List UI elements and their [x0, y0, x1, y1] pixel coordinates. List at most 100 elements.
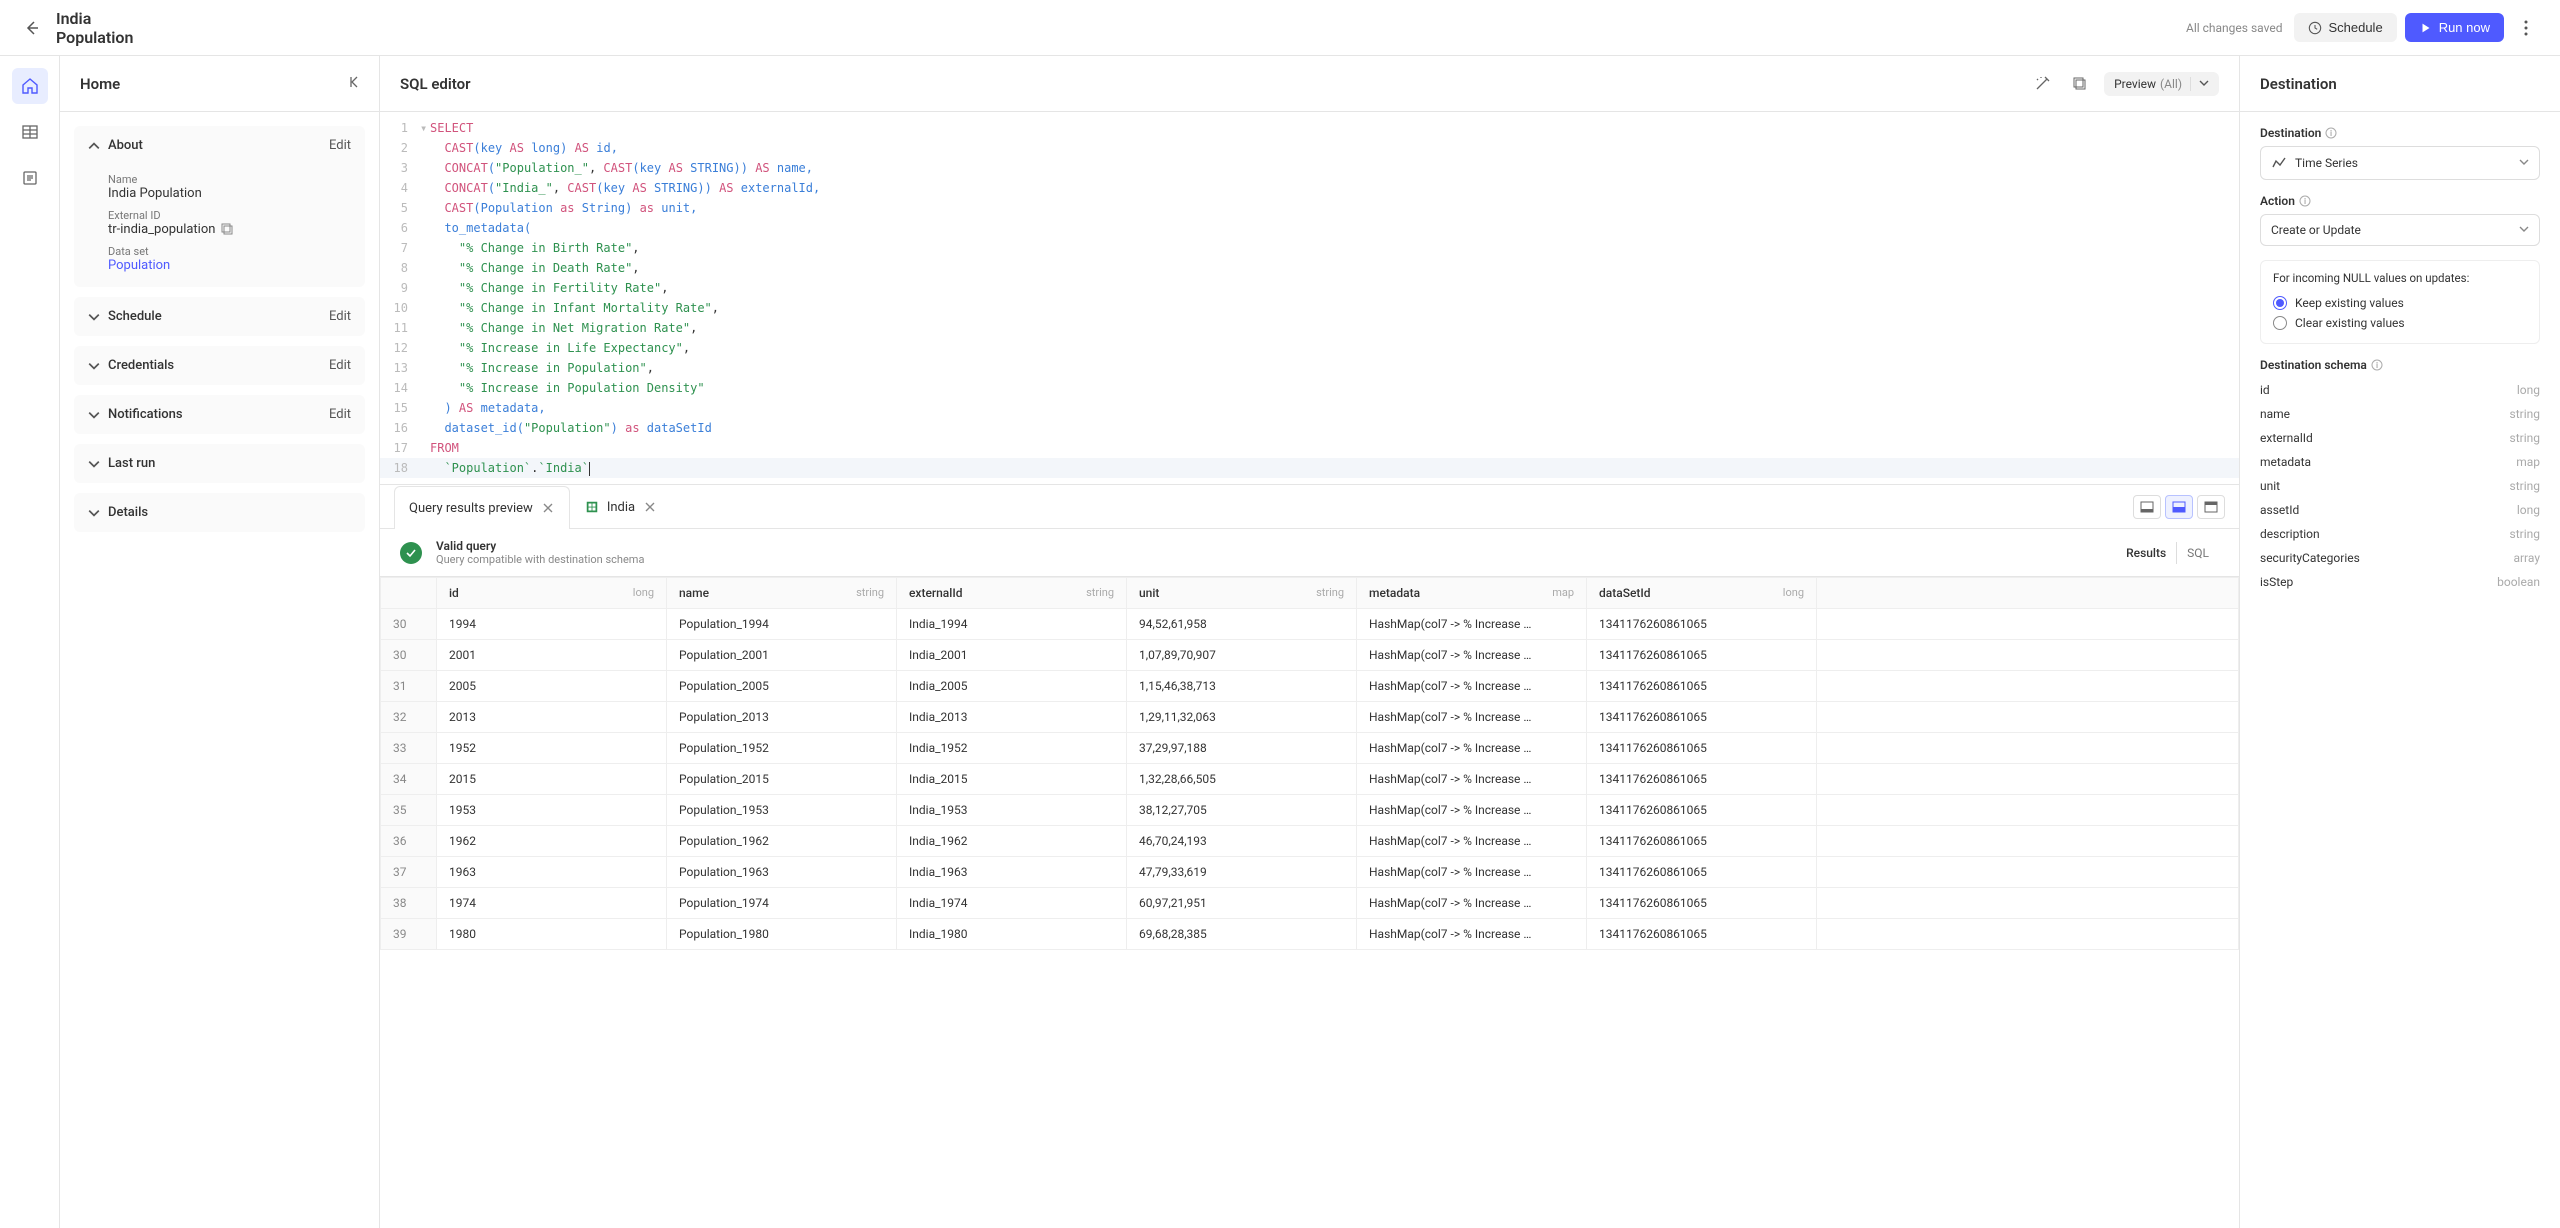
table-row[interactable]: 361962Population_1962India_196246,70,24,… [381, 826, 2239, 857]
close-tab-preview[interactable] [541, 501, 555, 515]
cell-id: 2005 [437, 671, 667, 702]
action-select[interactable]: Create or Update [2260, 214, 2540, 246]
accordion-credentials-head[interactable]: Credentials Edit [74, 346, 365, 385]
table-row[interactable]: 302001Population_2001India_20011,07,89,7… [381, 640, 2239, 671]
table-row[interactable]: 312005Population_2005India_20051,15,46,3… [381, 671, 2239, 702]
mode-sql[interactable]: SQL [2176, 542, 2219, 564]
run-now-button[interactable]: Run now [2405, 13, 2504, 42]
results-table: idlongnamestringexternalIdstringunitstri… [380, 577, 2239, 950]
extid-label: External ID [108, 209, 351, 222]
info-icon: i [2371, 359, 2383, 371]
cell-id: 1994 [437, 609, 667, 640]
sql-code-editor[interactable]: 1▾SELECT2 CAST(key AS long) AS id,3 CONC… [380, 112, 2239, 484]
rail-runs[interactable] [12, 160, 48, 196]
chevron-down-icon [88, 360, 100, 372]
radio-keep[interactable] [2273, 296, 2287, 310]
col-header[interactable]: namestring [667, 578, 897, 609]
table-row[interactable]: 351953Population_1953India_195338,12,27,… [381, 795, 2239, 826]
rail-tables[interactable] [12, 114, 48, 150]
dataset-link[interactable]: Population [108, 258, 351, 273]
accordion-notifications-head[interactable]: Notifications Edit [74, 395, 365, 434]
close-tab-india[interactable] [643, 500, 657, 514]
col-header[interactable]: dataSetIdlong [1587, 578, 1817, 609]
accordion-last-run-head[interactable]: Last run [74, 444, 365, 483]
accordion-schedule: Schedule Edit [74, 297, 365, 336]
page-title: India Population [56, 9, 133, 47]
cell-name: Population_2005 [667, 671, 897, 702]
cell-metadata: HashMap(col7 -> % Increase … [1357, 640, 1587, 671]
chevron-down-icon [88, 458, 100, 470]
cell-name: Population_1962 [667, 826, 897, 857]
table-row[interactable]: 301994Population_1994India_199494,52,61,… [381, 609, 2239, 640]
accordion-details-head[interactable]: Details [74, 493, 365, 532]
schedule-edit-link[interactable]: Edit [329, 309, 351, 324]
layout-toggles [2133, 495, 2225, 519]
destination-panel: Destination Destination i Time Series Ac… [2240, 56, 2560, 1228]
layout-full[interactable] [2197, 495, 2225, 519]
cell-id: 1963 [437, 857, 667, 888]
col-header[interactable]: unitstring [1127, 578, 1357, 609]
format-button[interactable] [2028, 70, 2056, 98]
back-button[interactable] [20, 16, 44, 40]
about-edit-link[interactable]: Edit [329, 138, 351, 153]
schema-row: idlong [2260, 378, 2540, 402]
layout-split[interactable] [2165, 495, 2193, 519]
accordion-details: Details [74, 493, 365, 532]
cell-id: 1953 [437, 795, 667, 826]
tab-query-results-preview[interactable]: Query results preview [394, 486, 570, 529]
cell-externalId: India_1994 [897, 609, 1127, 640]
cell-dataSetId: 1341176260861065 [1587, 733, 1817, 764]
rail-home[interactable] [12, 68, 48, 104]
play-icon [2419, 21, 2433, 35]
notifications-edit-link[interactable]: Edit [329, 407, 351, 422]
cell-name: Population_2001 [667, 640, 897, 671]
radio-clear[interactable] [2273, 316, 2287, 330]
accordion-schedule-head[interactable]: Schedule Edit [74, 297, 365, 336]
null-opt-clear[interactable]: Clear existing values [2273, 313, 2527, 333]
accordion-schedule-label: Schedule [108, 309, 162, 324]
col-header[interactable]: metadatamap [1357, 578, 1587, 609]
cell-externalId: India_1953 [897, 795, 1127, 826]
credentials-edit-link[interactable]: Edit [329, 358, 351, 373]
col-header[interactable]: idlong [437, 578, 667, 609]
info-icon: i [2299, 195, 2311, 207]
results-table-wrap[interactable]: idlongnamestringexternalIdstringunitstri… [380, 577, 2239, 1228]
tab-india[interactable]: India [570, 485, 672, 528]
schema-list: idlongnamestringexternalIdstringmetadata… [2260, 378, 2540, 594]
accordion-last-run: Last run [74, 444, 365, 483]
accordion-about-head[interactable]: About Edit [74, 126, 365, 165]
wand-icon [2034, 76, 2050, 92]
cell-dataSetId: 1341176260861065 [1587, 764, 1817, 795]
table-row[interactable]: 322013Population_2013India_20131,29,11,3… [381, 702, 2239, 733]
preview-dropdown[interactable] [2190, 77, 2209, 91]
editor-header: SQL editor Preview (All) [380, 56, 2239, 112]
layout-collapse[interactable] [2133, 495, 2161, 519]
cell-id: 2015 [437, 764, 667, 795]
table-row[interactable]: 381974Population_1974India_197460,97,21,… [381, 888, 2239, 919]
copy-sql-button[interactable] [2066, 70, 2094, 98]
null-opt-keep[interactable]: Keep existing values [2273, 293, 2527, 313]
cell-id: 2013 [437, 702, 667, 733]
null-opt1-label: Keep existing values [2295, 296, 2404, 310]
table-row[interactable]: 331952Population_1952India_195237,29,97,… [381, 733, 2239, 764]
close-icon [645, 502, 655, 512]
cell-externalId: India_1952 [897, 733, 1127, 764]
schema-label: Destination schema i [2260, 358, 2540, 372]
collapse-panel-button[interactable] [347, 74, 363, 94]
list-icon [21, 169, 39, 187]
schedule-button[interactable]: Schedule [2294, 13, 2396, 42]
table-row[interactable]: 342015Population_2015India_20151,32,28,6… [381, 764, 2239, 795]
chevron-down-icon [2519, 224, 2529, 234]
more-menu-button[interactable] [2512, 14, 2540, 42]
col-header[interactable]: externalIdstring [897, 578, 1127, 609]
preview-button[interactable]: Preview (All) [2104, 72, 2219, 96]
accordion-notifications: Notifications Edit [74, 395, 365, 434]
cell-unit: 1,29,11,32,063 [1127, 702, 1357, 733]
cell-dataSetId: 1341176260861065 [1587, 919, 1817, 950]
mode-results[interactable]: Results [2116, 542, 2176, 564]
copy-icon[interactable] [221, 223, 235, 237]
table-row[interactable]: 391980Population_1980India_198069,68,28,… [381, 919, 2239, 950]
table-row[interactable]: 371963Population_1963India_196347,79,33,… [381, 857, 2239, 888]
clock-icon [2308, 21, 2322, 35]
dest-select[interactable]: Time Series [2260, 146, 2540, 180]
